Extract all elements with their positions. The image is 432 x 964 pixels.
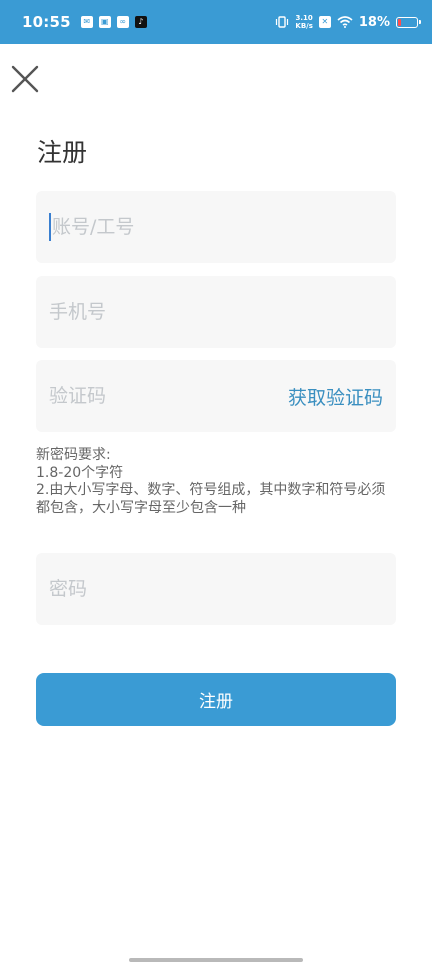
sim-icon: ✕ [318,16,331,28]
get-code-button[interactable]: 获取验证码 [288,383,383,410]
wifi-icon [337,16,353,28]
status-bar: 10:55 ✉ ▣ ∞ ♪ 3.10 KB/s ✕ 18% [0,0,432,44]
network-speed-value: 3.10 [295,14,313,22]
battery-fill [398,18,401,26]
app-notification-icon: ▣ [98,16,111,28]
battery-percent: 18% [358,14,390,30]
password-rules: 新密码要求: 1.8-20个字符 2.由大小写字母、数字、符号组成，其中数字和符… [36,447,396,517]
tiktok-notification-icon: ♪ [134,16,147,28]
code-input[interactable] [49,385,288,407]
password-rules-heading: 新密码要求: [36,447,111,463]
phone-field[interactable] [36,276,396,348]
text-cursor [49,213,51,241]
sync-notification-icon: ∞ [116,16,129,28]
password-input[interactable] [49,578,383,600]
phone-input[interactable] [49,301,383,323]
status-left: 10:55 ✉ ▣ ∞ ♪ [22,13,147,31]
register-button[interactable]: 注册 [36,673,396,726]
account-input[interactable] [52,216,383,238]
status-right: 3.10 KB/s ✕ 18% [275,14,421,30]
mail-notification-icon: ✉ [80,16,93,28]
home-indicator[interactable] [129,958,303,962]
code-field[interactable]: 获取验证码 [36,360,396,432]
account-field[interactable] [36,191,396,263]
status-time: 10:55 [22,13,71,31]
close-icon [11,65,39,93]
vibrate-icon [276,16,289,28]
close-button[interactable] [8,62,42,96]
network-speed: 3.10 KB/s [295,14,312,30]
password-field[interactable] [36,553,396,625]
network-speed-unit: KB/s [295,22,313,30]
page-title: 注册 [37,138,88,167]
battery-icon [396,16,421,28]
password-rule-length: 1.8-20个字符 [36,464,124,481]
password-rule-composition: 2.由大小写字母、数字、符号组成，其中数字和符号必须都包含，大小写字母至少包含一… [36,482,386,516]
